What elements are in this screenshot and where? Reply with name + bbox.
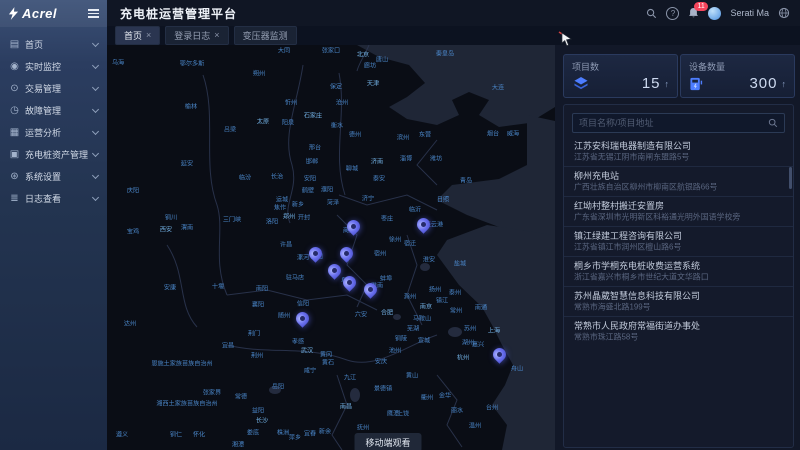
logo-text: Acrel xyxy=(22,6,88,21)
trend-up-icon: ↑ xyxy=(782,79,787,89)
close-icon[interactable]: × xyxy=(214,31,219,40)
chevron-down-icon xyxy=(92,39,99,46)
settings-icon: ⊛ xyxy=(9,171,20,182)
tab-label: 首页 xyxy=(124,29,142,42)
project-name: 镇江绿建工程咨询有限公司 xyxy=(574,231,783,242)
sidebar-item-label: 首页 xyxy=(25,38,43,51)
project-name: 常熟市人民政府常福街道办事处 xyxy=(574,321,783,332)
project-name: 江苏安科瑞电器制造有限公司 xyxy=(574,141,783,152)
sidebar-item-label: 故障管理 xyxy=(25,104,61,117)
sidebar-item-label: 日志查看 xyxy=(25,192,61,205)
sidebar-item-label: 运营分析 xyxy=(25,126,61,139)
china-map[interactable]: 乌海鄂尔多斯大同张家口北京唐山秦皇岛廊坊朔州天津保定大连榆林忻州沧州太原阳泉石家… xyxy=(107,45,555,450)
project-name: 桐乡市学桐充电桩收费运营系统 xyxy=(574,261,783,272)
sidebar-menu: ▤ 首页 ◉ 实时监控 ⊙ 交易管理 ◷ 故障管理 ▦ 运营分析 ▣ 充电桩资产管理 ⊛ 系统设置 ≣ 日志查… xyxy=(0,27,107,209)
chevron-down-icon xyxy=(92,149,99,156)
menu-toggle-icon[interactable] xyxy=(88,9,99,18)
chevron-down-icon xyxy=(92,171,99,178)
stat-label: 设备数量 xyxy=(681,55,794,75)
notification-bell-icon[interactable]: 11 xyxy=(688,7,699,19)
project-address: 广西壮族自治区柳州市柳南区航银路66号 xyxy=(574,183,758,193)
sidebar-item-fault-management[interactable]: ◷ 故障管理 xyxy=(0,99,107,121)
project-address: 常熟市珠江路58号 xyxy=(574,333,758,343)
page-title: 充电桩运营管理平台 xyxy=(107,5,646,22)
trend-up-icon: ↑ xyxy=(665,79,670,89)
project-list-item[interactable]: 江苏安科瑞电器制造有限公司江苏省无锡江阴市南闸东盟路5号 xyxy=(564,137,793,167)
search-icon[interactable] xyxy=(768,118,784,128)
tab-bar: 首页 × 登录日志 × 变压器监测 xyxy=(107,26,800,45)
sidebar-item-realtime-monitor[interactable]: ◉ 实时监控 xyxy=(0,55,107,77)
tab-变压器监测[interactable]: 变压器监测 xyxy=(234,26,297,45)
monitor-icon: ◉ xyxy=(9,61,20,72)
app-root: Acrel ▤ 首页 ◉ 实时监控 ⊙ 交易管理 ◷ 故障管理 ▦ 运营分析 ▣ 充电桩资产管理 ⊛ 系统… xyxy=(0,0,800,450)
tab-首页[interactable]: 首页 × xyxy=(115,26,160,45)
sidebar-item-home[interactable]: ▤ 首页 xyxy=(0,33,107,55)
project-name: 红坳村整村搬迁安置房 xyxy=(574,201,783,212)
chevron-down-icon xyxy=(92,127,99,134)
sidebar: Acrel ▤ 首页 ◉ 实时监控 ⊙ 交易管理 ◷ 故障管理 ▦ 运营分析 ▣ 充电桩资产管理 ⊛ 系统… xyxy=(0,0,107,450)
home-icon: ▤ xyxy=(9,39,20,50)
layers-icon xyxy=(572,76,590,91)
chevron-down-icon xyxy=(92,61,99,68)
project-address: 常熟市海盛北路199号 xyxy=(574,303,758,313)
project-search-box xyxy=(572,113,785,133)
sidebar-item-label: 交易管理 xyxy=(25,82,61,95)
chevron-down-icon xyxy=(92,193,99,200)
header: 充电桩运营管理平台 ? 11 Serati Ma xyxy=(107,0,800,26)
sidebar-item-operation-analysis[interactable]: ▦ 运营分析 xyxy=(0,121,107,143)
project-name: 苏州晶葳智慧信息科技有限公司 xyxy=(574,291,783,302)
acrel-logo-icon xyxy=(8,7,19,20)
username[interactable]: Serati Ma xyxy=(730,8,769,18)
project-list-item[interactable]: 桐乡市学桐充电桩收费运营系统浙江省嘉兴市桐乡市世纪大道文华路口 xyxy=(564,257,793,287)
project-list-item[interactable]: 柳州充电站广西壮族自治区柳州市柳南区航银路66号 xyxy=(564,167,793,197)
mobile-view-button[interactable]: 移动端观看 xyxy=(354,433,421,450)
project-list-card: 江苏安科瑞电器制造有限公司江苏省无锡江阴市南闸东盟路5号柳州充电站广西壮族自治区… xyxy=(563,104,794,448)
project-list-item[interactable]: 红坳村整村搬迁安置房广东省深圳市光明新区科裕通光明外国语学校旁 xyxy=(564,197,793,227)
stat-card-devices: 设备数量 300 ↑ xyxy=(680,54,795,98)
log-icon: ≣ xyxy=(9,193,20,204)
sidebar-item-label: 实时监控 xyxy=(25,60,61,73)
right-panel: 项目数 15 ↑ 设备数量 300 ↑ xyxy=(555,45,800,450)
help-icon[interactable]: ? xyxy=(666,7,679,20)
close-icon[interactable]: × xyxy=(146,31,151,40)
map-geography xyxy=(107,45,555,450)
logo-bar: Acrel xyxy=(0,0,107,27)
sidebar-item-system-settings[interactable]: ⊛ 系统设置 xyxy=(0,165,107,187)
charger-device-icon xyxy=(689,76,704,91)
language-globe-icon[interactable] xyxy=(778,7,790,19)
sidebar-item-pile-asset-management[interactable]: ▣ 充电桩资产管理 xyxy=(0,143,107,165)
stat-label: 项目数 xyxy=(564,55,677,75)
search-icon[interactable] xyxy=(646,8,657,19)
trade-icon: ⊙ xyxy=(9,83,20,94)
project-search-input[interactable] xyxy=(573,118,768,128)
notification-badge: 11 xyxy=(694,2,707,11)
sidebar-item-label: 充电桩资产管理 xyxy=(25,148,88,161)
project-address: 江苏省镇江市润州区檀山路6号 xyxy=(574,243,758,253)
project-address: 江苏省无锡江阴市南闸东盟路5号 xyxy=(574,153,758,163)
chevron-down-icon xyxy=(92,105,99,112)
asset-icon: ▣ xyxy=(9,149,20,160)
fault-icon: ◷ xyxy=(9,105,20,116)
project-list-item[interactable]: 镇江绿建工程咨询有限公司江苏省镇江市润州区檀山路6号 xyxy=(564,227,793,257)
analysis-icon: ▦ xyxy=(9,127,20,138)
avatar[interactable] xyxy=(708,7,721,20)
project-address: 广东省深圳市光明新区科裕通光明外国语学校旁 xyxy=(574,213,758,223)
project-list-item[interactable]: 常熟市人民政府常福街道办事处常熟市珠江路58号 xyxy=(564,317,793,346)
tab-登录日志[interactable]: 登录日志 × xyxy=(165,26,228,45)
project-list: 江苏安科瑞电器制造有限公司江苏省无锡江阴市南闸东盟路5号柳州充电站广西壮族自治区… xyxy=(564,137,793,346)
stat-card-projects: 项目数 15 ↑ xyxy=(563,54,678,98)
project-list-item[interactable]: 苏州晶葳智慧信息科技有限公司常熟市海盛北路199号 xyxy=(564,287,793,317)
sidebar-item-label: 系统设置 xyxy=(25,170,61,183)
stat-value: 300 xyxy=(749,75,777,92)
sidebar-item-trade-management[interactable]: ⊙ 交易管理 xyxy=(0,77,107,99)
project-address: 浙江省嘉兴市桐乡市世纪大道文华路口 xyxy=(574,273,758,283)
tab-label: 变压器监测 xyxy=(243,29,288,42)
sidebar-item-log-view[interactable]: ≣ 日志查看 xyxy=(0,187,107,209)
scrollbar-thumb[interactable] xyxy=(789,167,792,189)
project-name: 柳州充电站 xyxy=(574,171,783,182)
stat-value: 15 xyxy=(642,75,661,92)
chevron-down-icon xyxy=(92,83,99,90)
tab-label: 登录日志 xyxy=(174,29,210,42)
